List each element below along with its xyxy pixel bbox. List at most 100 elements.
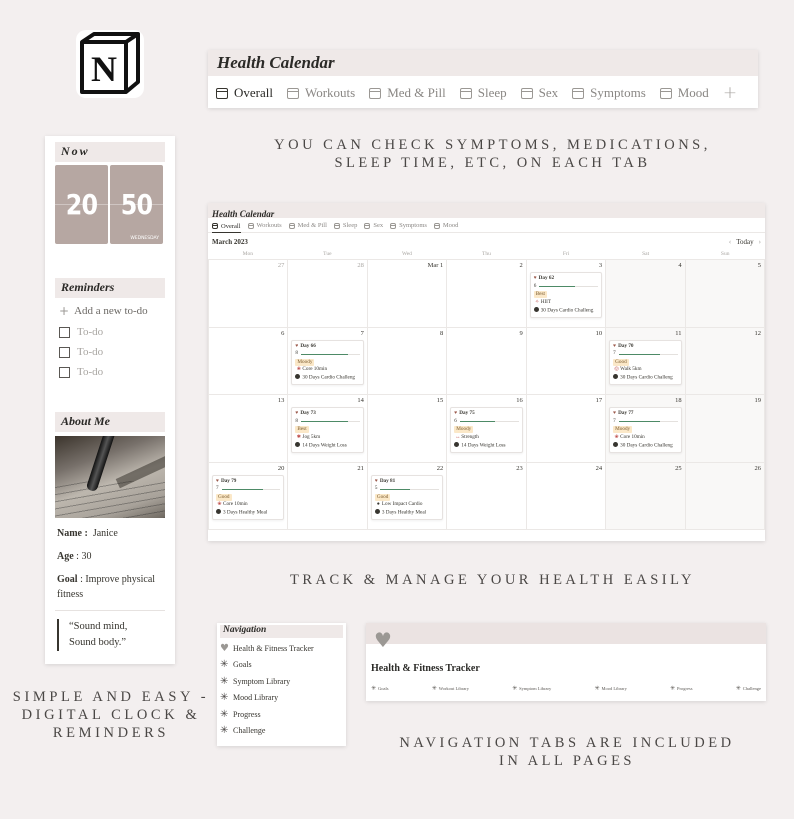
day-number: 3 [598, 262, 603, 269]
calendar-day-cell[interactable]: 23 [447, 462, 527, 530]
entry-challenge: 30 Days Cardio Challeng [533, 306, 598, 315]
health-entry-card[interactable]: ♥ Day 73 8 Best ✱Jog 5km 14 Days Weight Loss [291, 407, 364, 453]
mood-tag: Moody [613, 426, 633, 434]
tab-overall[interactable]: Overall [216, 85, 273, 101]
calendar-day-cell[interactable]: 18 ♥ Day 77 7 Moody ❀Core 10min 30 Days Cardio… [606, 395, 686, 463]
clock-minute: 50 [120, 188, 153, 221]
calendar-day-cell[interactable]: 3 ♥ Day 62 6 Best ✧HIIT 30 Days Cardio Challen… [526, 260, 607, 328]
calendar-day-cell[interactable]: Mar 1 [367, 260, 448, 328]
table-icon [390, 222, 397, 229]
tracker-link-goals[interactable]: ✳ Goals [371, 685, 389, 692]
calendar-day-cell[interactable]: 16 ♥ Day 75 6 Moody ↔Strength 14 Days Weight L… [447, 395, 527, 463]
todo-checkbox[interactable] [59, 346, 70, 358]
calendar-day-cell[interactable]: 8 [367, 327, 448, 395]
tracker-link-challenge[interactable]: ✳ Challenge [736, 685, 761, 692]
calendar-day-cell[interactable]: 26 [685, 462, 765, 530]
health-entry-card[interactable]: ♥ Day 81 5 Good ● Low Impact Cardio 3 Days Hea… [370, 474, 444, 521]
next-month-button[interactable]: › [759, 238, 761, 251]
nav-link-label: Symptom Library [233, 676, 291, 686]
nav-link-goals[interactable]: ✳ Goals [220, 659, 346, 672]
health-entry-card[interactable]: ♥ Day 77 7 Moody ❀Core 10min 30 Days Cardio C… [609, 407, 682, 453]
calendar-day-cell[interactable]: 24 [526, 462, 607, 530]
calendar-day-cell[interactable]: 15 [367, 395, 448, 463]
calendar-day-cell[interactable]: 10 [526, 327, 607, 395]
score-progress-bar [301, 421, 360, 423]
calendar-day-cell[interactable]: 14 ♥ Day 73 8 Best ✱Jog 5km 14 Days Weight Los… [288, 395, 368, 463]
tab-med-pill[interactable]: Med & Pill [288, 222, 327, 229]
health-entry-card[interactable]: ♥ Day 62 6 Best ✧HIIT 30 Days Cardio Challeng [529, 272, 603, 318]
nav-link-progress[interactable]: ✳ Progress [220, 708, 346, 721]
challenge-label: 30 Days Cardio Challeng [302, 374, 356, 381]
calendar-day-cell[interactable]: 11 ♥ Day 70 7 Good ◎Walk 5km 30 Days Cardio Ch… [606, 327, 686, 395]
calendar-header: March 2023 ‹ Today › [208, 233, 765, 251]
todo-text[interactable]: To-do [77, 366, 103, 378]
tracker-link-symptom-library[interactable]: ✳ Symptom Library [512, 685, 551, 692]
entry-day: ♥ Day 75 [454, 410, 518, 418]
add-todo-label: Add a new to-do [74, 305, 148, 317]
calendar-day-cell[interactable]: 5 [685, 260, 765, 328]
health-entry-card[interactable]: ♥ Day 70 7 Good ◎Walk 5km 30 Days Cardio Chal… [609, 339, 682, 386]
todo-text[interactable]: To-do [77, 326, 103, 338]
health-entry-card[interactable]: ♥ Day 66 8 Moody ❀Core 10min 30 Days Cardio C… [291, 339, 364, 386]
table-icon [212, 223, 218, 229]
todo-checkbox[interactable] [59, 366, 70, 378]
nav-link-health-fitness-tracker[interactable]: ♥ Health & Fitness Tracker [220, 642, 346, 655]
calendar-day-cell[interactable]: 9 [447, 327, 527, 395]
calendar-day-cell[interactable]: 25 [606, 462, 686, 530]
calendar-day-cell[interactable]: 21 [288, 462, 368, 530]
entry-challenge: 30 Days Cardio Challeng [613, 441, 677, 450]
tab-sex[interactable]: Sex [520, 85, 558, 101]
heart-icon: ♥ [454, 411, 458, 416]
tracker-link-mood-library[interactable]: ✳ Mood Library [594, 685, 626, 692]
calendar-title: Health Calendar [212, 209, 275, 219]
day-number: 12 [754, 329, 762, 337]
heart-icon: ♥ [216, 478, 219, 484]
about-name: Name : Janice [57, 526, 175, 541]
challenge-label: 3 Days Healthy Meal [381, 509, 427, 516]
nav-link-mood-library[interactable]: ✳ Mood Library [220, 692, 346, 705]
calendar-day-cell[interactable]: 17 [526, 395, 607, 463]
nav-link-symptom-library[interactable]: ✳ Symptom Library [220, 675, 346, 688]
calendar-day-cell[interactable]: 2 [447, 260, 527, 328]
heart-icon: ♥ [295, 411, 299, 416]
tracker-link-progress[interactable]: ✳ Progress [670, 685, 693, 692]
health-entry-card[interactable]: ♥ Day 79 7 Good ❀Core 10min 3 Days Healthy Me… [212, 474, 285, 521]
calendar-day-cell[interactable]: 13 [209, 395, 289, 463]
calendar-day-cell[interactable]: 20 ♥ Day 79 7 Good ❀Core 10min 3 Days Healthy … [209, 462, 289, 530]
tab-workouts[interactable]: Workouts [286, 85, 355, 101]
challenge-icon [613, 374, 619, 380]
caption-line: Simple and easy - [12, 689, 210, 705]
tab-mood[interactable]: Mood [659, 85, 709, 101]
nav-link-challenge[interactable]: ✳ Challenge [220, 725, 346, 738]
calendar-day-cell[interactable]: 6 [209, 327, 289, 395]
tab-symptoms[interactable]: Symptoms [390, 222, 427, 229]
entry-challenge: 30 Days Cardio Challeng [613, 374, 677, 382]
prev-month-button[interactable]: ‹ [729, 238, 731, 251]
tab-med-pill[interactable]: Med & Pill [369, 85, 446, 101]
today-button[interactable]: Today [736, 238, 753, 251]
tab-sleep[interactable]: Sleep [333, 222, 357, 229]
calendar-day-cell[interactable]: 12 [685, 327, 765, 395]
add-view-button[interactable]: + [723, 83, 737, 103]
tab-workouts[interactable]: Workouts [247, 222, 282, 229]
calendar-day-cell[interactable]: 28 [288, 260, 368, 328]
add-todo-button[interactable]: + Add a new to-do [59, 304, 175, 318]
tab-symptoms[interactable]: Symptoms [572, 85, 646, 101]
tracker-link-workout-library[interactable]: ✳ Workout Library [432, 685, 469, 692]
todo-checkbox[interactable] [59, 326, 70, 338]
health-entry-card[interactable]: ♥ Day 75 6 Moody ↔Strength 14 Days Weight Los… [450, 407, 523, 453]
age-value: : 30 [76, 551, 92, 562]
tracker-links: ✳ Goals ✳ Workout Library ✳ Symptom Library ✳ M… [371, 685, 761, 692]
calendar-day-cell[interactable]: 4 [606, 260, 686, 328]
todo-text[interactable]: To-do [77, 346, 103, 358]
weekday-header: Mon Tue Wed Thu Fri Sat Sun [208, 251, 765, 260]
tab-overall[interactable]: Overall [212, 222, 241, 233]
calendar-day-cell[interactable]: 19 [685, 395, 765, 463]
calendar-day-cell[interactable]: 7 ♥ Day 66 8 Moody ❀Core 10min 30 Days Cardio … [288, 327, 368, 395]
tab-sex[interactable]: Sex [364, 222, 383, 229]
calendar-day-cell[interactable]: 27 [209, 260, 289, 328]
caption-line: Navigation tabs are included [399, 735, 735, 751]
tab-sleep[interactable]: Sleep [459, 85, 507, 101]
tab-mood[interactable]: Mood [433, 222, 458, 229]
calendar-day-cell[interactable]: 22 ♥ Day 81 5 Good ● Low Impact Cardio 3 Days H… [367, 462, 448, 530]
